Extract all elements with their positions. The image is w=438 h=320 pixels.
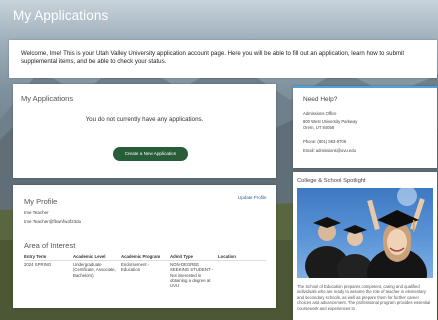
applications-panel: My Applications You do not currently hav… <box>13 84 276 178</box>
help-address-line1: 800 West University Parkway <box>303 119 358 124</box>
profile-panel: My Profile Update Profile Ime Teacher Im… <box>13 185 276 308</box>
cell-academic-level: Undergraduate (Certificate, Associate, B… <box>73 262 116 278</box>
column-header-academic-program: Academic Program <box>121 254 161 259</box>
help-heading: Need Help? <box>303 96 338 103</box>
help-panel: Need Help? Admissions Office 800 West Un… <box>293 86 437 168</box>
applications-heading: My Applications <box>21 94 74 103</box>
update-profile-link[interactable]: Update Profile <box>238 195 267 200</box>
column-header-location: Location <box>218 254 236 259</box>
help-office: Admissions Office <box>303 111 337 116</box>
welcome-panel: Welcome, Ime! This is your Utah Valley U… <box>9 40 437 78</box>
no-applications-message: You do not currently have any applicatio… <box>85 116 204 123</box>
area-of-interest-heading: Area of Interest <box>24 241 76 250</box>
cell-admit-type: NON-DEGREE SEEKING STUDENT - Not interes… <box>170 262 214 289</box>
column-header-entry-term: Entry Term <box>24 254 47 259</box>
graduation-illustration <box>305 188 427 278</box>
profile-name: Ime Teacher <box>24 210 49 215</box>
spotlight-description: The School of Education prepares compete… <box>297 284 431 311</box>
cell-academic-program: Endorsement - Education <box>121 262 150 273</box>
profile-email: Ime.Teacher@fbwnfw4f23du <box>24 219 82 224</box>
column-header-academic-level: Academic Level <box>73 254 106 259</box>
graduates-photo <box>297 188 433 278</box>
help-email[interactable]: Email: admissions@uvu.edu <box>303 148 356 153</box>
column-header-admit-type: Admit Type <box>170 254 194 259</box>
cell-entry-term: 2024 SPRING <box>24 262 52 267</box>
help-phone[interactable]: Phone: (801) 863-8706 <box>303 139 346 144</box>
page-title: My Applications <box>13 8 109 23</box>
profile-heading: My Profile <box>24 197 58 206</box>
help-address-line2: Orem, UT 84058 <box>303 125 335 130</box>
spotlight-heading: College & School Spotlight <box>297 178 366 184</box>
create-application-button[interactable]: Create a New Application <box>113 147 188 161</box>
table-divider <box>24 260 266 261</box>
welcome-text: Welcome, Ime! This is your Utah Valley U… <box>21 50 405 65</box>
spotlight-panel: College & School Spotlight The School of… <box>293 172 437 320</box>
